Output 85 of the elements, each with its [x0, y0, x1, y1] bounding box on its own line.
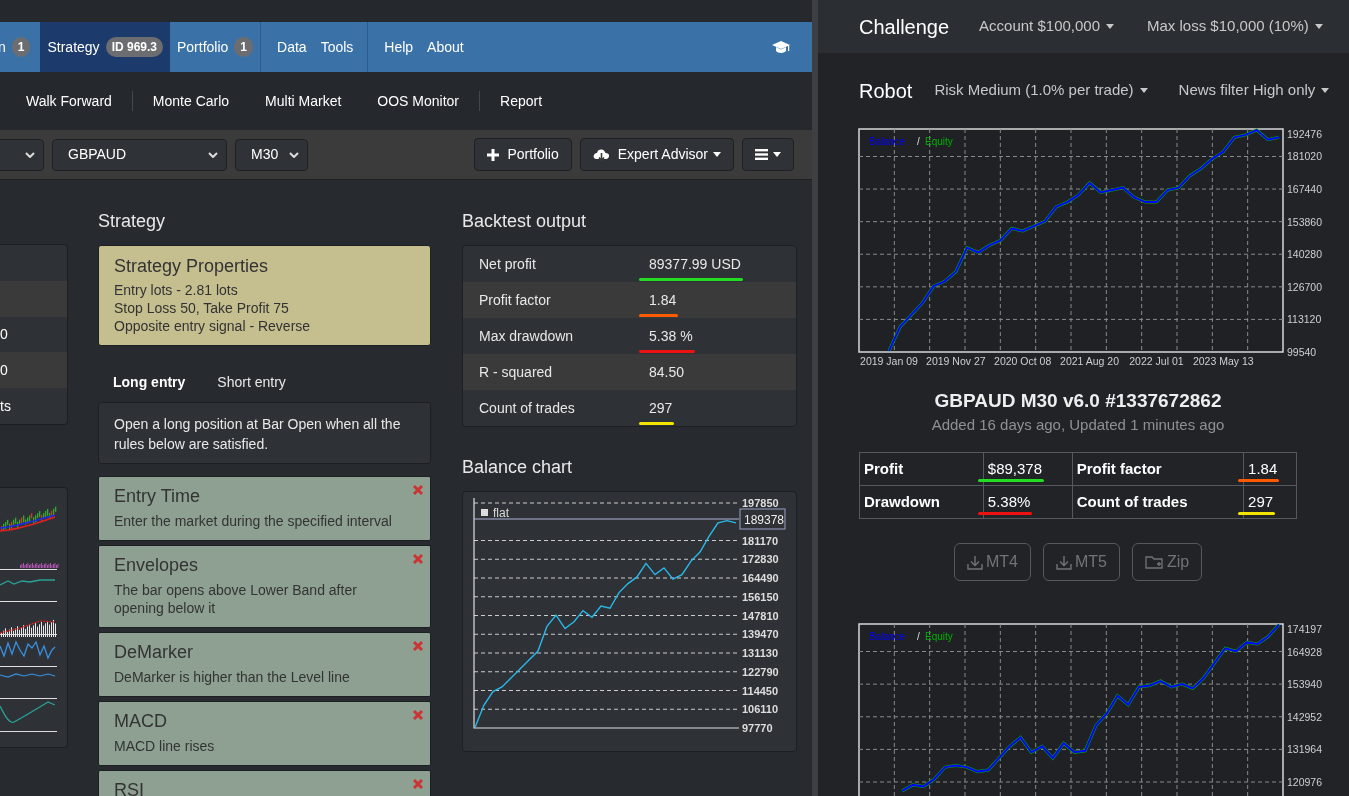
table-cell: Drawdown: [859, 485, 984, 519]
rule-title: RSI: [114, 779, 145, 796]
axis-label: 139470: [742, 628, 779, 641]
current-value-marker: 189378: [739, 508, 786, 530]
section-heading: Backtest output: [462, 210, 588, 233]
rule-title: Envelopes: [114, 554, 200, 577]
table-cell-text: Max drawdown: [478, 326, 575, 346]
axis-label: 2019 Jan 09: [860, 355, 918, 367]
strategy-subtitle: Added 16 days ago, Updated 1 minutes ago: [931, 415, 1225, 435]
table-cell: 1.84: [649, 289, 677, 311]
axis-label: 181170: [742, 534, 779, 547]
table-cell-text: 84.50: [649, 362, 685, 382]
table-cell: 5.38%: [987, 492, 1031, 510]
axis-label: 142952: [1287, 710, 1323, 723]
axis-label: 164490: [742, 572, 779, 584]
rule-text: MACD line rises: [114, 737, 216, 755]
axis-label: 106110: [742, 703, 779, 716]
card-text: Entry lots - 2.81 lots: [114, 281, 239, 299]
count-badge: 1: [11, 37, 31, 57]
axis-label: 2023 May 13: [1192, 355, 1254, 367]
axis-label: 120976: [1287, 776, 1323, 788]
axis-label: 2020 Oct 08: [994, 355, 1052, 367]
legend-label: Equity: [925, 136, 953, 147]
axis-label: 197850: [742, 497, 779, 509]
table-cell: 5.38 %: [649, 325, 693, 347]
card-title: Strategy Properties: [114, 255, 270, 278]
legend-label: Balance: [869, 136, 906, 147]
strategy-title: GBPAUD M30 v6.0 #1337672862: [934, 389, 1222, 413]
table-cell: $89,378: [987, 459, 1043, 477]
axis-label: 131964: [1287, 743, 1323, 756]
section-heading: Balance chart: [462, 456, 574, 479]
table-cell: 297: [649, 397, 673, 419]
rule-title: MACD: [114, 710, 168, 733]
table-cell: 1.84: [1248, 459, 1278, 477]
table-cell-text: 0: [0, 325, 8, 344]
legend-label: Balance: [869, 631, 906, 642]
axis-label: 2021 Aug 20: [1060, 355, 1120, 367]
table-cell-text: ts: [0, 396, 11, 416]
table-cell-text: 0: [0, 360, 8, 380]
table-cell-text: R - squared: [478, 362, 554, 382]
rule-text: Enter the market during the specified interval: [114, 512, 393, 530]
axis-label: 181020: [1287, 150, 1323, 163]
table-cell: 89377.99 USD: [649, 253, 741, 275]
axis-label: 122790: [742, 665, 779, 678]
table-cell-text: Profit factor: [478, 290, 552, 310]
axis-label: 153940: [1287, 678, 1323, 691]
description-text: Open a long position at Bar Open when all the rules below are satisfied.: [114, 415, 402, 454]
axis-label: 131130: [742, 647, 779, 659]
axis-label: 156150: [742, 590, 779, 603]
count-badge: 1: [234, 37, 254, 57]
rule-title: Entry Time: [114, 485, 202, 508]
page-title: Challenge: [859, 14, 950, 40]
axis-label: 147810: [742, 609, 779, 622]
table-cell-text: Count of trades: [478, 398, 576, 418]
table-cell-text: Net profit: [478, 254, 537, 274]
table-cell: Count of trades: [1072, 485, 1244, 519]
rule-title: DeMarker: [114, 641, 194, 664]
legend-label: /: [917, 631, 920, 642]
card-text: Stop Loss 50, Take Profit 75: [114, 299, 290, 317]
card-text: Opposite entry signal - Reverse: [114, 317, 312, 335]
axis-label: 167440: [1287, 183, 1323, 196]
axis-label: 192476: [1287, 128, 1323, 140]
axis-label: 153860: [1287, 215, 1323, 228]
axis-label: 2019 Nov 27: [926, 355, 986, 367]
axis-label: 99540: [1287, 346, 1317, 358]
legend-label: flat: [493, 506, 509, 520]
axis-label: 114450: [742, 684, 779, 697]
table-cell: Profit: [859, 452, 984, 486]
section-title: Robot: [859, 78, 913, 104]
table-cell: Profit factor: [1072, 452, 1244, 486]
axis-label: 113120: [1287, 313, 1322, 326]
axis-label: 140280: [1287, 248, 1323, 261]
table-cell: 297: [1248, 492, 1274, 510]
axis-label: 172830: [742, 553, 779, 566]
axis-label: 126700: [1287, 280, 1323, 293]
legend-label: /: [917, 136, 920, 147]
count-badge: ID 969.3: [105, 37, 163, 57]
rule-text: DeMarker is higher than the Level line: [114, 668, 351, 686]
axis-label: 97770: [742, 722, 773, 734]
axis-label: 174197: [1287, 623, 1323, 635]
axis-label: 164928: [1287, 645, 1323, 658]
section-heading: Strategy: [98, 210, 167, 233]
legend-label: Equity: [925, 631, 953, 642]
rule-text: The bar opens above Lower Band after opening below it: [114, 581, 358, 617]
axis-label: 2022 Jul 01: [1129, 355, 1184, 367]
